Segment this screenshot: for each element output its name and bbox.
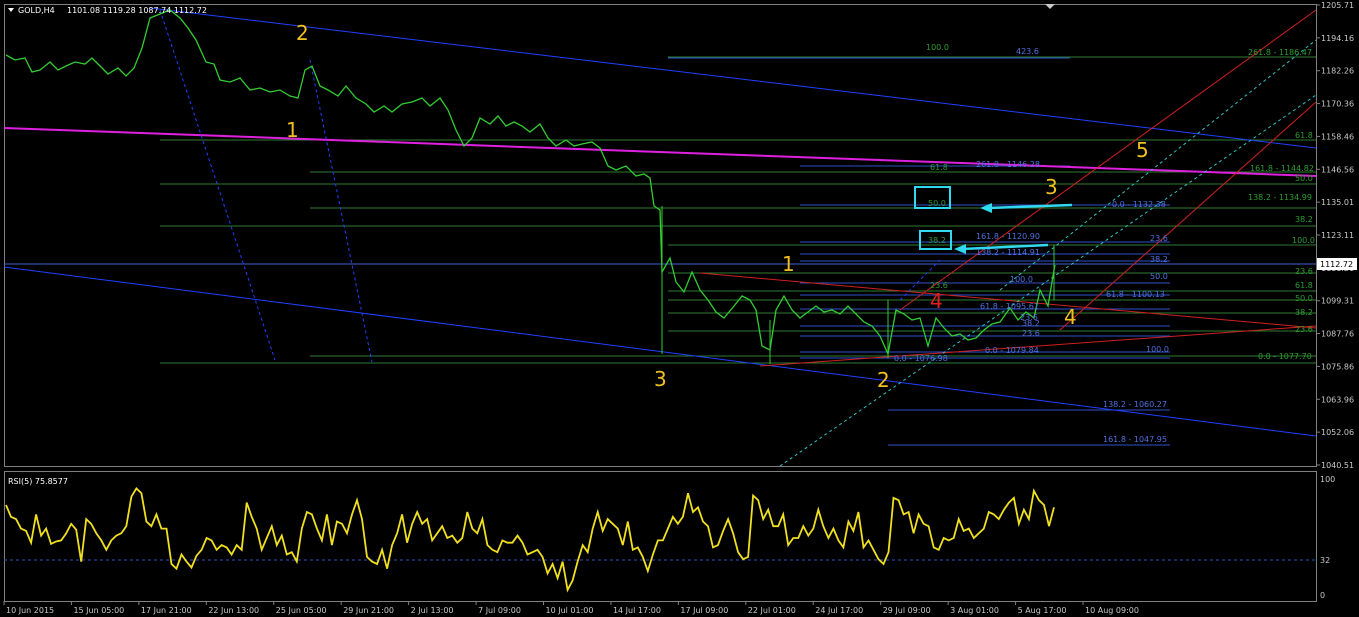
fib-label: 161.8 - 1120.90 <box>976 232 1040 241</box>
fib-label: 23.6 <box>1150 234 1168 243</box>
fib-label: 38.2 <box>1295 215 1313 224</box>
price-tick-label: 1123.11 <box>1321 231 1354 240</box>
fib-label: 61.8 - 1095.61 <box>980 302 1039 311</box>
fib-label: 23.6 <box>930 281 948 290</box>
trend-channel-lines <box>3 7 1317 467</box>
price-tick-label: 1158.46 <box>1321 132 1354 141</box>
fib-label: 0.0 - 1079.84 <box>985 346 1039 355</box>
time-tick-label: 25 Jun 05:00 <box>276 606 327 615</box>
fibonacci-green-levels <box>160 56 1316 364</box>
fib-label: 23.6 <box>1020 313 1038 322</box>
rsi-tick-0: 0 <box>1320 591 1325 600</box>
time-tick-label: 17 Jun 21:00 <box>141 606 192 615</box>
rsi-line <box>5 486 1055 593</box>
time-tick-label: 29 Jul 09:00 <box>883 606 931 615</box>
current-price-label: 1112.72 <box>1320 260 1353 269</box>
wave-label: 2 <box>877 368 890 392</box>
price-tick-label: 1075.86 <box>1321 362 1354 371</box>
price-series <box>5 9 1056 357</box>
time-axis: 10 Jun 2015 15 Jun 05:00 17 Jun 21:00 22 Ju… <box>3 601 1139 615</box>
chart-window[interactable]: 2 1 3 1 2 4 3 4 5 100.0 423.6 261.8 - 11… <box>0 0 1359 617</box>
time-tick-label: 10 Jun 2015 <box>6 606 54 615</box>
fib-label: 261.8 - 1146.28 <box>976 160 1040 169</box>
time-tick-label: 24 Jul 17:00 <box>815 606 863 615</box>
fib-label: 423.6 <box>1016 47 1039 56</box>
fib-label: 161.8 - 1144.82 <box>1250 164 1314 173</box>
wave-label: 3 <box>1045 175 1058 199</box>
fib-label: 0.0 - 1077.70 <box>1258 352 1312 361</box>
time-tick-label: 3 Aug 01:00 <box>950 606 999 615</box>
time-tick-label: 10 Aug 09:00 <box>1085 606 1139 615</box>
fib-label: 100.0 <box>1292 236 1315 245</box>
fib-label: 61.8 <box>1295 131 1313 140</box>
price-tick-label: 1205.71 <box>1321 1 1354 10</box>
candle-wicks <box>661 206 1055 364</box>
symbol-label: GOLD,H4 <box>18 6 55 15</box>
fib-label: 100.0 <box>926 43 949 52</box>
time-tick-label: 22 Jul 01:00 <box>748 606 796 615</box>
fib-label: 50.0 <box>928 199 946 208</box>
wave-label: 4 <box>930 289 943 313</box>
wave-label: 1 <box>782 252 795 276</box>
rsi-tick-100: 100 <box>1320 475 1335 484</box>
fib-label: 23.6 <box>1022 329 1040 338</box>
price-tick-label: 1194.16 <box>1321 34 1354 43</box>
wave-label: 2 <box>296 21 309 45</box>
fib-label: 38.2 <box>1150 255 1168 264</box>
price-tick-label: 1052.06 <box>1321 428 1354 437</box>
time-tick-label: 14 Jul 17:00 <box>613 606 661 615</box>
wave-label: 3 <box>654 367 667 391</box>
fib-label: 61.8 <box>930 163 948 172</box>
wave-label: 1 <box>286 118 299 142</box>
price-tick-label: 1087.76 <box>1321 330 1354 339</box>
price-tick-label: 1170.36 <box>1321 100 1354 109</box>
wave-label: 4 <box>1064 305 1077 329</box>
time-tick-label: 7 Jul 09:00 <box>478 606 521 615</box>
chart-canvas[interactable]: 2 1 3 1 2 4 3 4 5 100.0 423.6 261.8 - 11… <box>0 0 1359 617</box>
fib-label: 100.0 <box>1010 275 1033 284</box>
fib-label: 50.0 <box>1150 272 1168 281</box>
fib-label: 38.2 <box>928 236 946 245</box>
fib-label: 23.6 <box>1295 267 1313 276</box>
price-tick-label: 1135.01 <box>1321 198 1354 207</box>
fib-label: 0.0 - 1076.98 <box>894 354 948 363</box>
fib-label: 23.6 <box>1295 325 1313 334</box>
collapse-arrow-icon[interactable] <box>1045 4 1055 9</box>
time-tick-label: 15 Jun 05:00 <box>73 606 124 615</box>
rsi-tick-32: 32 <box>1320 556 1330 565</box>
fib-label: 38.2 <box>1295 308 1313 317</box>
fib-label: 61.8 - 1100.13 <box>1106 290 1165 299</box>
time-tick-label: 22 Jun 13:00 <box>208 606 259 615</box>
price-tick-label: 1182.26 <box>1321 67 1354 76</box>
time-tick-label: 5 Aug 17:00 <box>1018 606 1067 615</box>
fib-label: 50.0 <box>1295 174 1313 183</box>
fib-text-labels: 100.0 423.6 261.8 - 1186.47 61.8 61.8 26… <box>894 43 1315 444</box>
price-axis: 1205.71 1194.16 1182.26 1170.36 1158.46 1146.… <box>1316 1 1354 470</box>
time-tick-label: 10 Jul 01:00 <box>546 606 594 615</box>
fib-label: 0.0 - 1132.38 <box>1112 200 1166 209</box>
wave-label: 5 <box>1136 138 1149 162</box>
fib-label: 261.8 - 1186.47 <box>1248 48 1312 57</box>
fib-label: 61.8 <box>1295 281 1313 290</box>
time-tick-label: 17 Jul 09:00 <box>680 606 728 615</box>
price-tick-label: 1063.96 <box>1321 395 1354 404</box>
window-menu-arrow-icon[interactable] <box>8 8 14 12</box>
price-tick-label: 1040.51 <box>1321 461 1354 470</box>
ohlc-label: 1101.08 1119.28 1087.74 1112.72 <box>67 6 207 15</box>
fib-label: 138.2 - 1134.99 <box>1248 193 1312 202</box>
rsi-label: RSI(5) 75.8577 <box>8 477 68 486</box>
fib-label: 161.8 - 1047.95 <box>1103 435 1167 444</box>
price-tick-label: 1146.56 <box>1321 165 1354 174</box>
time-tick-label: 2 Jul 13:00 <box>411 606 454 615</box>
fib-label: 138.2 - 1060.27 <box>1103 400 1167 409</box>
rsi-panel-frame <box>4 471 1317 602</box>
fib-label: 50.0 <box>1295 294 1313 303</box>
fib-label: 138.2 - 1114.91 <box>976 248 1040 257</box>
time-tick-label: 29 Jun 21:00 <box>343 606 394 615</box>
fib-label: 100.0 <box>1146 345 1169 354</box>
price-tick-label: 1099.31 <box>1321 297 1354 306</box>
